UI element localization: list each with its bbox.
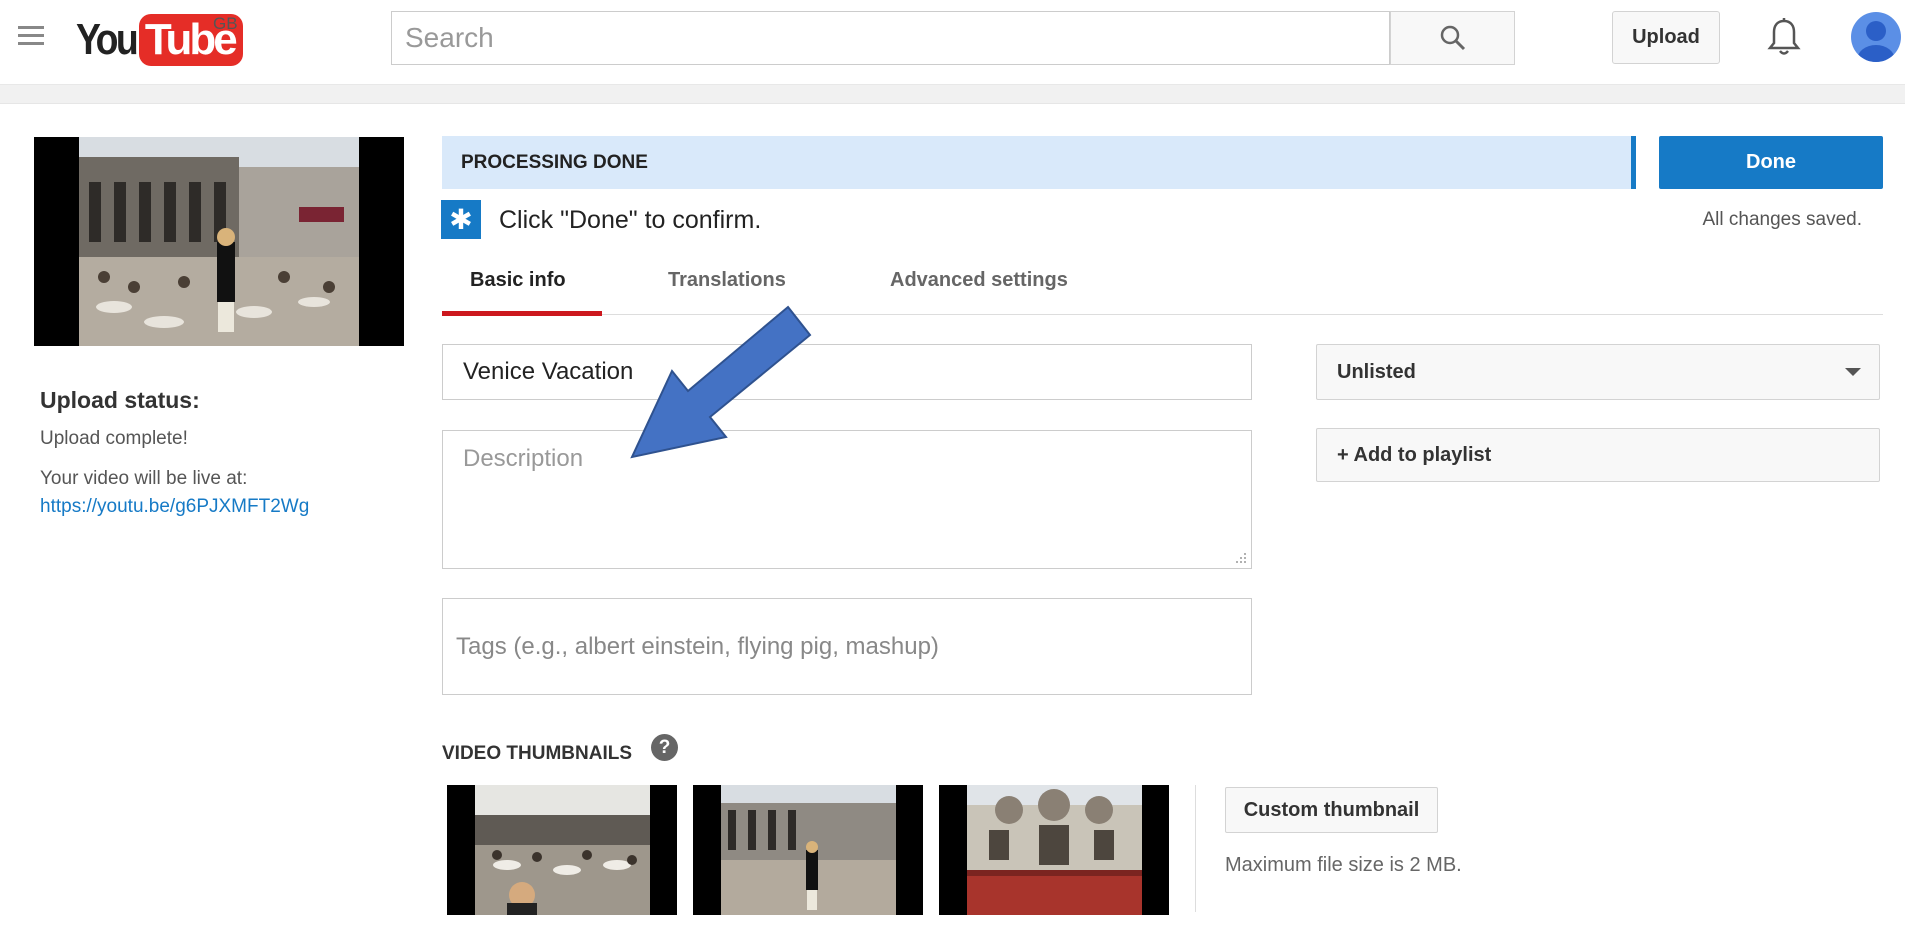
description-placeholder: Description [463, 445, 584, 472]
save-status: All changes saved. [1702, 209, 1863, 230]
done-button[interactable]: Done [1659, 136, 1883, 189]
description-input[interactable]: Description [442, 430, 1252, 569]
cafe-image [447, 785, 677, 915]
thumbnail-option-2[interactable] [693, 785, 923, 915]
privacy-value: Unlisted [1337, 361, 1416, 383]
annotation-arrow-icon [630, 305, 812, 459]
bell-icon[interactable] [1767, 17, 1801, 57]
search-button[interactable] [1390, 11, 1515, 65]
search-input[interactable]: Search [391, 11, 1390, 65]
confirm-message: Click "Done" to confirm. [499, 206, 762, 234]
user-icon [1857, 21, 1895, 62]
menu-icon[interactable] [18, 26, 44, 46]
upload-complete-text: Upload complete! [40, 428, 188, 449]
top-bar: You Tube GB Search Upload [0, 0, 1905, 85]
resize-grip-icon[interactable] [1233, 550, 1247, 564]
avatar[interactable] [1851, 12, 1901, 62]
custom-thumbnail-button[interactable]: Custom thumbnail [1225, 787, 1438, 833]
thumbnails-title: VIDEO THUMBNAILS [442, 743, 632, 764]
upload-button[interactable]: Upload [1612, 11, 1720, 64]
max-file-size-note: Maximum file size is 2 MB. [1225, 854, 1462, 876]
tab-advanced-settings[interactable]: Advanced settings [890, 269, 1068, 292]
caret-down-icon [1845, 368, 1861, 376]
video-preview[interactable] [34, 137, 404, 346]
thumbnail-option-3[interactable] [939, 785, 1169, 915]
add-to-playlist-button[interactable]: + Add to playlist [1316, 428, 1880, 482]
help-icon[interactable]: ? [651, 734, 678, 761]
upload-status-title: Upload status: [40, 387, 200, 413]
tab-translations[interactable]: Translations [668, 269, 786, 292]
region-code: GB [213, 14, 238, 33]
video-link[interactable]: https://youtu.be/g6PJXMFT2Wg [40, 496, 309, 518]
processing-status-bar: PROCESSING DONE [442, 136, 1636, 189]
thumbnail-divider [1195, 785, 1196, 912]
thumbnail-option-1[interactable] [447, 785, 677, 915]
basilica-image [939, 785, 1169, 915]
active-tab-indicator [442, 311, 602, 316]
star-icon: ✱ [441, 200, 481, 239]
live-at-text: Your video will be live at: [40, 468, 248, 489]
privacy-select[interactable]: Unlisted [1316, 344, 1880, 400]
youtube-logo[interactable]: You Tube GB [76, 14, 243, 66]
venice-square-image [34, 137, 404, 346]
tab-basic-info[interactable]: Basic info [470, 269, 566, 292]
tags-input[interactable]: Tags (e.g., albert einstein, flying pig,… [442, 598, 1252, 695]
logo-you-text: You [76, 15, 139, 64]
search-icon [1440, 25, 1465, 51]
square-image [693, 785, 923, 915]
title-input[interactable]: Venice Vacation [442, 344, 1252, 400]
